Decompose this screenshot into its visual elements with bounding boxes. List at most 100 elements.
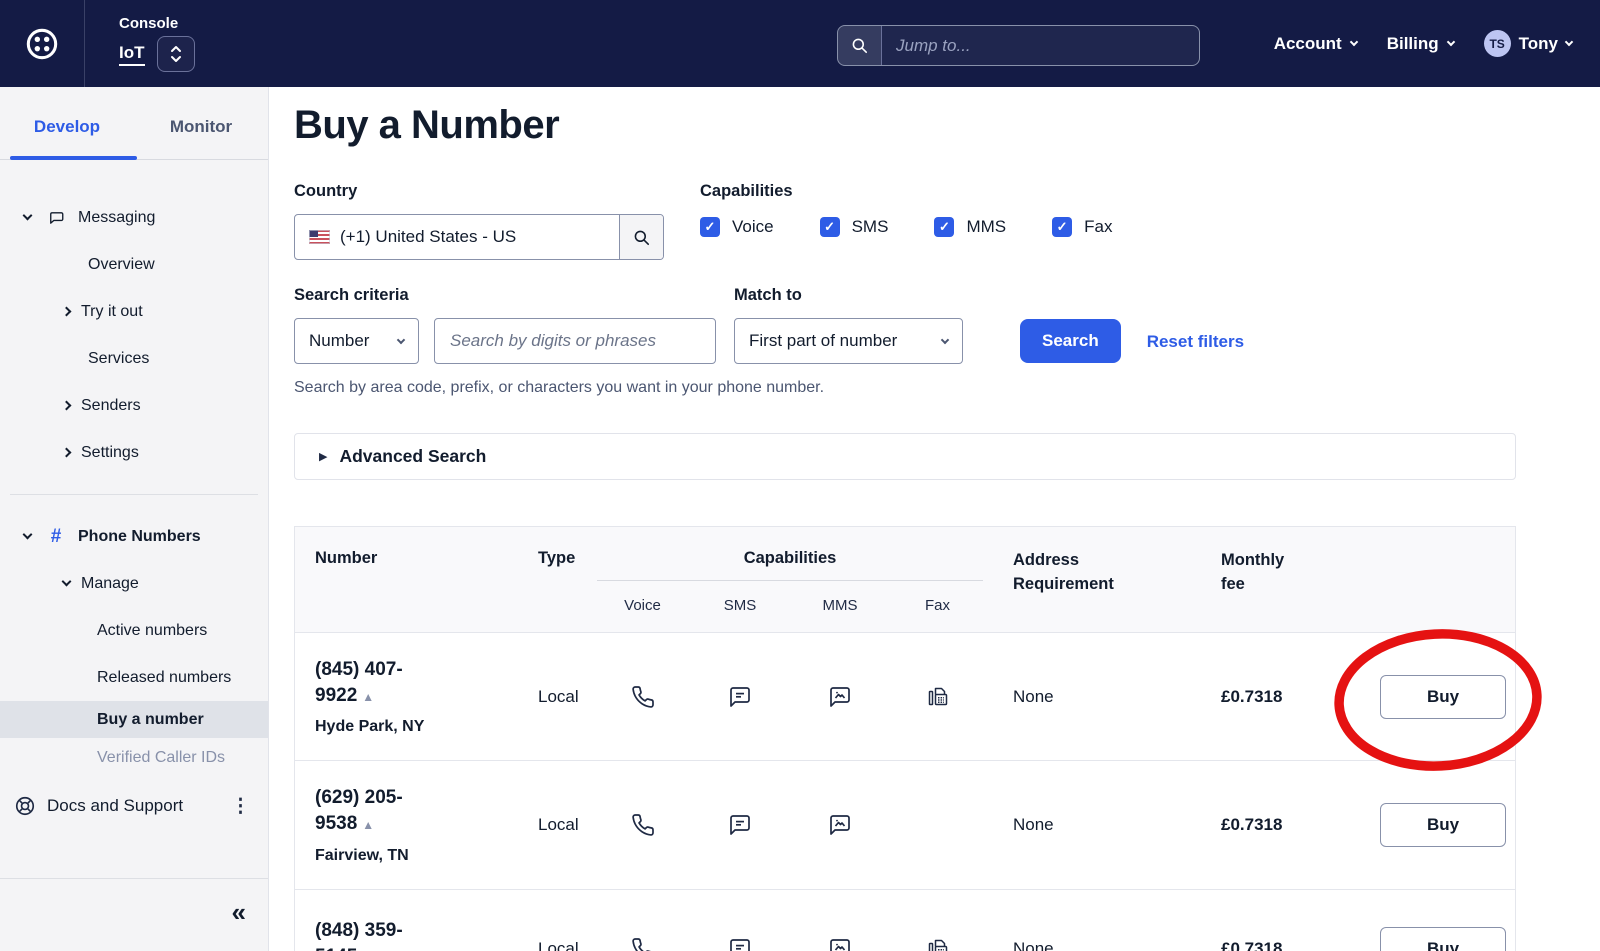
country-search-button[interactable] xyxy=(619,215,663,259)
criteria-type-select[interactable]: Number xyxy=(294,318,419,364)
reset-filters-link[interactable]: Reset filters xyxy=(1147,332,1244,352)
match-to-select[interactable]: First part of number xyxy=(734,318,963,364)
monthly-fee: £0.7318 xyxy=(1185,687,1325,707)
active-tab-indicator xyxy=(10,156,137,160)
phone-location: Fairview, TN xyxy=(315,847,510,865)
sidebar-item-manage[interactable]: Manage xyxy=(0,560,268,607)
table-row: (848) 359-5145▲ Local None £0.7318 xyxy=(295,889,1515,951)
voice-capability-icon xyxy=(595,813,690,837)
buy-button[interactable]: Buy xyxy=(1380,675,1506,719)
sidebar-item-buy-a-number[interactable]: Buy a number xyxy=(0,701,268,738)
chevron-down-icon xyxy=(22,530,32,540)
chevron-right-icon xyxy=(62,448,72,458)
fax-capability-icon xyxy=(890,937,985,951)
checkbox-checked-icon: ✓ xyxy=(1052,217,1072,237)
user-name: Tony xyxy=(1519,34,1558,54)
column-header-fax: Fax xyxy=(890,597,985,614)
sidebar-item-verified-caller-ids[interactable]: Verified Caller IDs xyxy=(0,738,268,778)
main-content: Buy a Number Country xyxy=(269,87,1600,951)
voice-capability-icon xyxy=(595,685,690,709)
column-header-sms: SMS xyxy=(690,597,790,614)
product-switcher-button[interactable] xyxy=(157,36,195,72)
sidebar-item-label: Messaging xyxy=(78,209,155,227)
buy-button[interactable]: Buy xyxy=(1380,927,1506,951)
jump-to-search xyxy=(837,25,1200,66)
chevron-down-icon xyxy=(62,577,72,587)
advanced-search-label: Advanced Search xyxy=(339,446,486,467)
checkbox-mms[interactable]: ✓ MMS xyxy=(934,217,1006,237)
hash-icon: # xyxy=(45,526,67,548)
column-header-type: Type xyxy=(510,549,595,568)
up-down-chevrons-icon xyxy=(169,45,183,63)
search-icon[interactable] xyxy=(838,26,882,65)
buy-button[interactable]: Buy xyxy=(1380,803,1506,847)
sms-capability-icon xyxy=(690,685,790,709)
sidebar-item-phone-numbers[interactable]: # Phone Numbers xyxy=(0,513,268,560)
address-requirement: None xyxy=(985,939,1185,951)
column-header-monthly-fee: Monthly fee xyxy=(1185,549,1295,597)
account-label: Account xyxy=(1274,34,1342,54)
chevron-down-icon xyxy=(397,335,405,343)
avatar: TS xyxy=(1484,30,1511,57)
table-row: (629) 205-9538▲ Fairview, TN Local None … xyxy=(295,760,1515,888)
sidebar-item-services[interactable]: Services xyxy=(0,335,268,382)
digits-search-input[interactable] xyxy=(434,318,716,364)
sidebar-item-released-numbers[interactable]: Released numbers xyxy=(0,654,268,701)
console-label: Console xyxy=(119,15,195,32)
tab-monitor[interactable]: Monitor xyxy=(134,117,268,159)
country-selected-text: (+1) United States - US xyxy=(340,227,516,247)
sidebar-item-active-numbers[interactable]: Active numbers xyxy=(0,607,268,654)
docs-and-support[interactable]: Docs and Support ⋮ xyxy=(0,784,268,828)
product-label[interactable]: IoT xyxy=(119,43,145,66)
country-label: Country xyxy=(294,182,664,201)
chevron-down-icon xyxy=(1349,37,1357,45)
sidebar-item-senders[interactable]: Senders xyxy=(0,382,268,429)
column-header-voice: Voice xyxy=(595,597,690,614)
sidebar-item-try-it-out[interactable]: Try it out xyxy=(0,288,268,335)
sidebar-item-messaging[interactable]: Messaging xyxy=(0,194,268,241)
fax-capability-icon xyxy=(890,685,985,709)
search-button[interactable]: Search xyxy=(1020,319,1121,363)
sidebar-item-label: Phone Numbers xyxy=(78,528,201,546)
top-navbar: Console IoT Account Billing TS xyxy=(0,0,1600,87)
checkbox-voice[interactable]: ✓ Voice xyxy=(700,217,774,237)
country-select: (+1) United States - US xyxy=(294,214,664,260)
advanced-search-toggle[interactable]: ▶ Advanced Search xyxy=(294,433,1516,480)
country-value[interactable]: (+1) United States - US xyxy=(295,215,619,259)
sidebar-item-label: Overview xyxy=(88,256,155,274)
chevron-right-icon xyxy=(62,307,72,317)
tab-develop[interactable]: Develop xyxy=(0,117,134,159)
sidebar-item-label: Senders xyxy=(81,397,141,415)
sidebar-item-settings[interactable]: Settings xyxy=(0,429,268,476)
sidebar-item-label: Services xyxy=(88,350,149,368)
sidebar-item-label: Settings xyxy=(81,444,139,462)
docs-label: Docs and Support xyxy=(47,796,183,816)
mms-capability-icon xyxy=(790,937,890,951)
chevron-down-icon xyxy=(22,211,32,221)
caret-right-icon: ▶ xyxy=(319,450,327,463)
checkbox-label: Voice xyxy=(732,217,774,237)
jump-to-input[interactable] xyxy=(882,26,1199,65)
phone-number: (629) 205-9538 xyxy=(315,787,403,834)
sidebar-divider xyxy=(10,494,258,495)
billing-menu[interactable]: Billing xyxy=(1387,34,1454,54)
checkbox-checked-icon: ✓ xyxy=(820,217,840,237)
collapse-sidebar-button[interactable]: « xyxy=(232,899,246,925)
page-title: Buy a Number xyxy=(294,103,1600,148)
phone-number: (848) 359-5145 xyxy=(315,920,403,951)
user-menu[interactable]: TS Tony xyxy=(1484,30,1572,57)
address-requirement: None xyxy=(985,687,1185,707)
search-helper-text: Search by area code, prefix, or characte… xyxy=(294,379,1600,397)
number-type: Local xyxy=(510,939,595,951)
checkbox-sms[interactable]: ✓ SMS xyxy=(820,217,889,237)
mms-capability-icon xyxy=(790,685,890,709)
phone-location: Hyde Park, NY xyxy=(315,718,510,736)
address-requirement: None xyxy=(985,815,1185,835)
checkbox-fax[interactable]: ✓ Fax xyxy=(1052,217,1112,237)
sms-capability-icon xyxy=(690,813,790,837)
sidebar-item-overview[interactable]: Overview xyxy=(0,241,268,288)
capabilities-label: Capabilities xyxy=(700,182,1112,201)
kebab-menu-icon[interactable]: ⋮ xyxy=(231,795,250,818)
account-menu[interactable]: Account xyxy=(1274,34,1357,54)
twilio-logo[interactable] xyxy=(0,0,85,87)
